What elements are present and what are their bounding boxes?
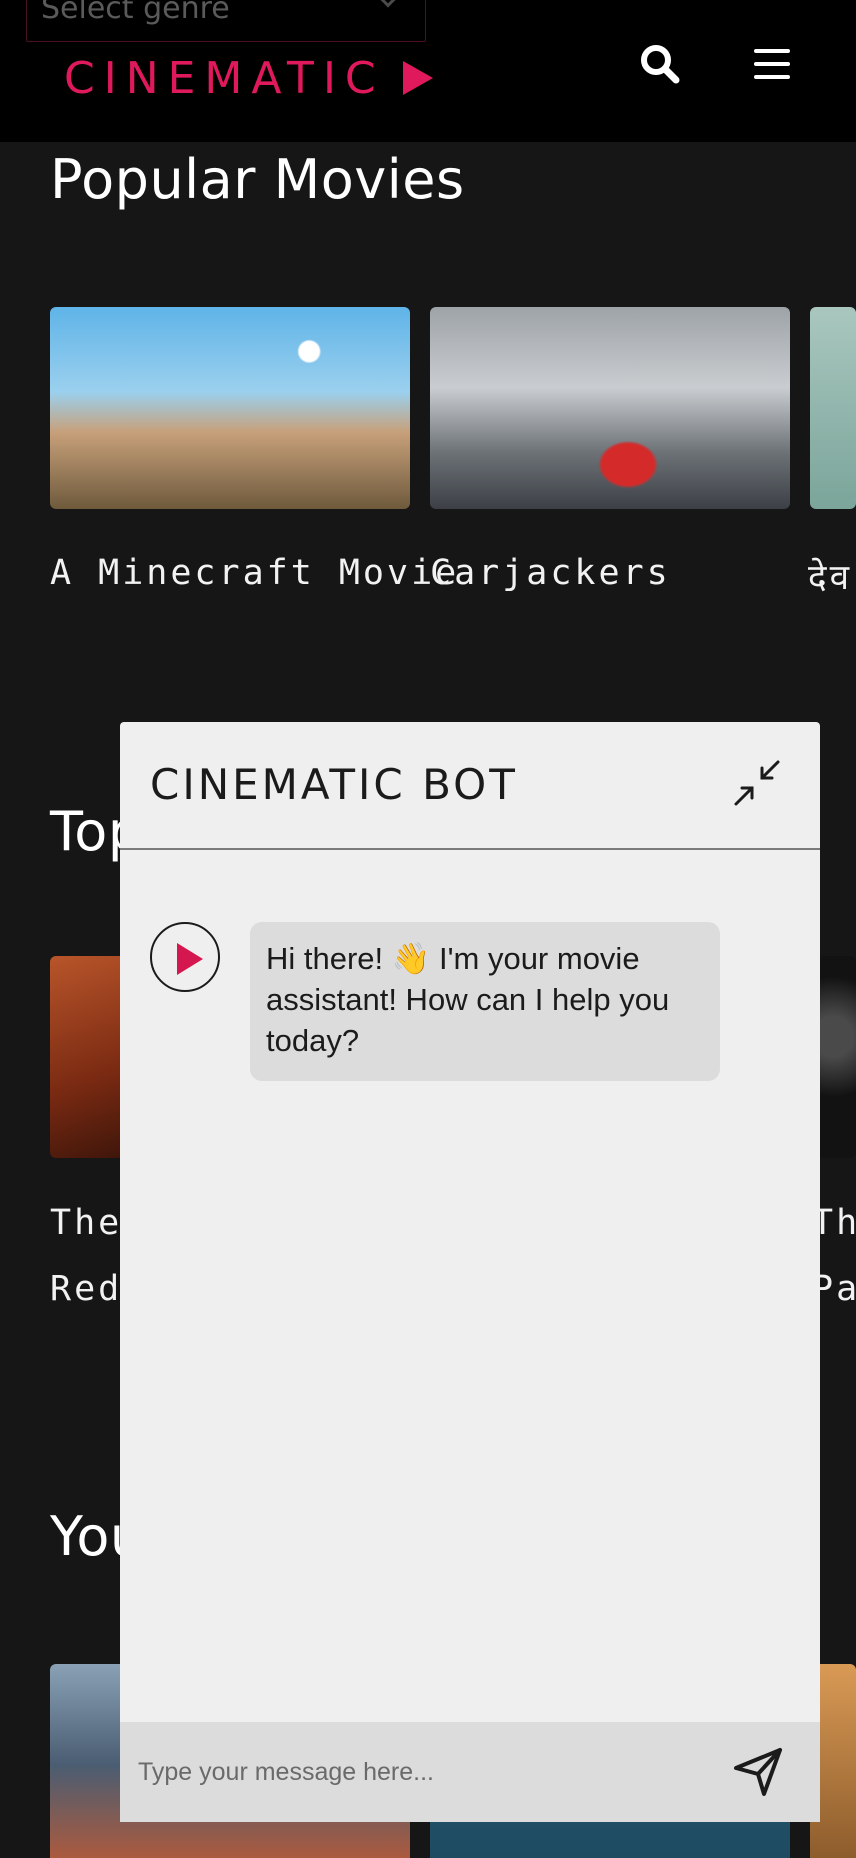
movie-card[interactable] xyxy=(818,956,856,1158)
minimize-button[interactable] xyxy=(732,758,782,808)
send-icon xyxy=(734,1748,782,1796)
bot-avatar xyxy=(150,922,220,992)
section-title-popular: Popular Movies xyxy=(50,148,465,211)
movie-title[interactable]: देव xyxy=(808,553,852,600)
menu-button[interactable] xyxy=(748,42,796,86)
movie-card-carjackers[interactable] xyxy=(430,307,790,509)
chevron-down-icon xyxy=(372,0,404,8)
chatbot-panel: CINEMATIC BOT Hi there! 👋 I'm your movie… xyxy=(120,722,820,1822)
search-icon xyxy=(641,45,680,84)
play-icon xyxy=(177,943,203,975)
movie-title[interactable]: A Minecraft Movie xyxy=(50,553,459,593)
top-header: Select genre CINEMATIC xyxy=(0,0,856,142)
movie-card-minecraft[interactable] xyxy=(50,307,410,509)
genre-select-label: Select genre xyxy=(41,0,230,26)
search-button[interactable] xyxy=(636,40,684,88)
send-button[interactable] xyxy=(730,1744,786,1800)
logo[interactable]: CINEMATIC xyxy=(64,50,433,106)
movie-title[interactable]: Red xyxy=(50,1269,122,1309)
minimize-icon xyxy=(734,760,780,806)
movie-card-dev[interactable] xyxy=(810,307,856,509)
page: Select genre CINEMATIC Popular Movies A … xyxy=(0,0,856,1858)
chatbot-header: CINEMATIC BOT xyxy=(120,722,820,850)
movie-card[interactable] xyxy=(50,956,130,1158)
bot-message: Hi there! 👋 I'm your movie assistant! Ho… xyxy=(250,922,720,1081)
chatbot-title: CINEMATIC BOT xyxy=(150,760,518,809)
play-icon xyxy=(402,61,433,95)
chat-input-bar xyxy=(120,1722,820,1822)
movie-title[interactable]: Carjackers xyxy=(430,553,671,593)
movie-title[interactable]: The xyxy=(50,1203,122,1243)
logo-text: CINEMATIC xyxy=(64,52,385,104)
menu-icon xyxy=(754,49,790,79)
chat-message-input[interactable] xyxy=(138,1746,698,1798)
genre-select[interactable]: Select genre xyxy=(26,0,426,42)
